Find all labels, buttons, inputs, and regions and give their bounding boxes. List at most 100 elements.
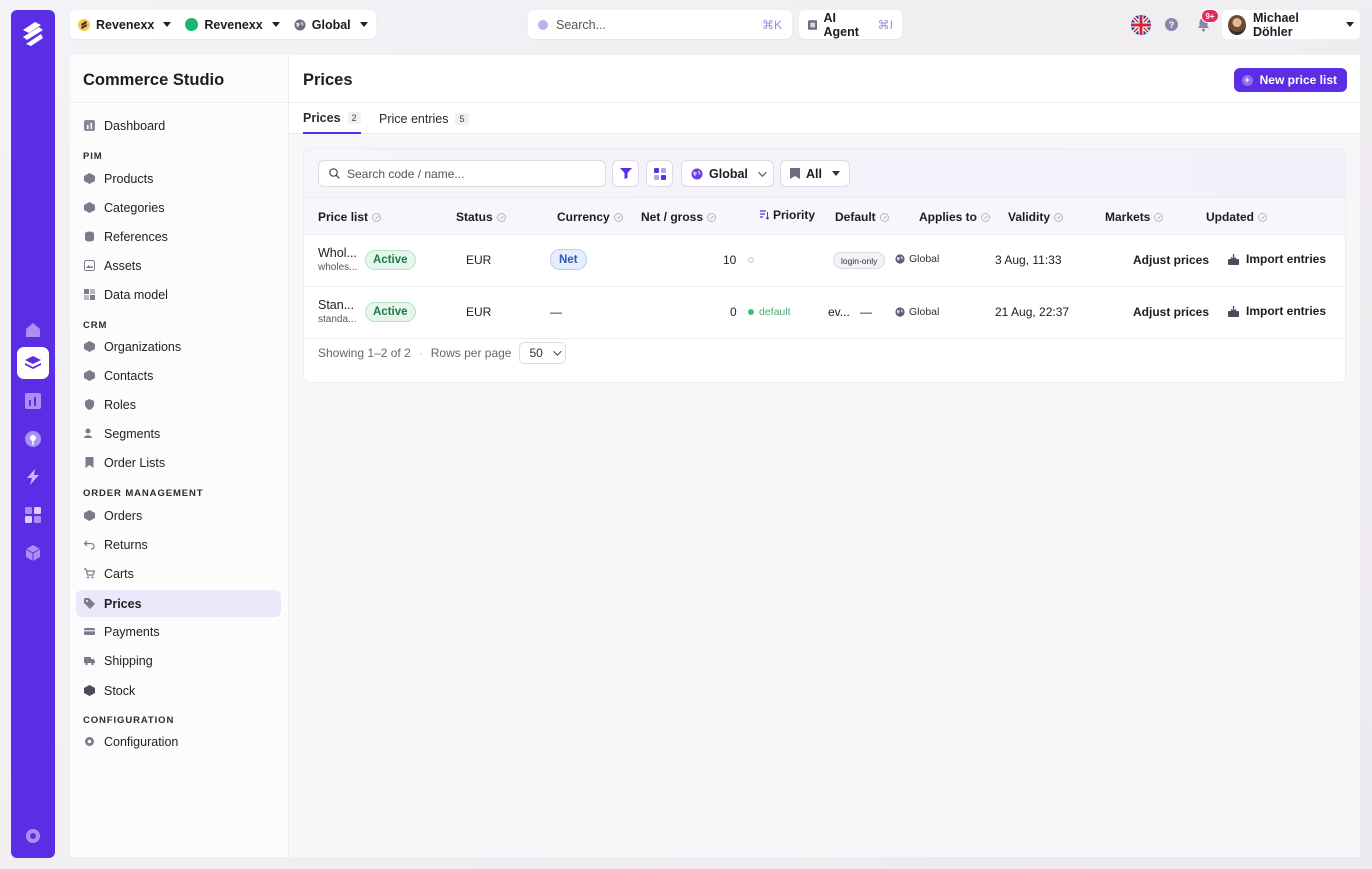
region-filter-select[interactable]: Global — [681, 160, 774, 187]
table-header: Price list Status Currency Net / gross P… — [304, 198, 1345, 235]
ai-agent-button[interactable]: AI Agent ⌘I — [799, 10, 902, 39]
sidebar-section-pim: PIM — [83, 151, 103, 162]
rows-per-page-select[interactable]: 50 — [519, 342, 566, 364]
price-list-cell[interactable]: Whol... wholes... — [318, 246, 357, 273]
sidebar-item-label: Configuration — [104, 734, 179, 749]
sidebar-item-label: Returns — [104, 537, 148, 552]
store-selector[interactable]: Revenexx — [185, 18, 280, 32]
adjust-prices-button[interactable]: Adjust prices — [1133, 305, 1209, 319]
search-icon — [538, 19, 548, 30]
sidebar-item-label: Organizations — [104, 339, 182, 354]
sort-icon — [879, 212, 889, 222]
column-header-updated[interactable]: Updated — [1206, 210, 1267, 224]
rail-location-icon[interactable] — [17, 423, 49, 455]
shield-icon — [85, 399, 94, 410]
image-icon — [84, 260, 95, 271]
rail-analytics-icon[interactable] — [17, 385, 49, 417]
import-entries-button[interactable]: Import entries — [1228, 304, 1326, 318]
ai-agent-label: AI Agent — [823, 10, 859, 39]
bookmark-icon — [85, 457, 94, 468]
chevron-down-icon — [758, 167, 767, 177]
tab-prices[interactable]: Prices 2 — [303, 103, 361, 134]
column-label: Status — [456, 210, 493, 224]
new-price-list-button[interactable]: + New price list — [1233, 68, 1347, 92]
global-search[interactable]: Search... ⌘K — [528, 10, 792, 39]
rail-settings-icon[interactable] — [17, 820, 49, 852]
column-header-applies-to[interactable]: Applies to — [919, 210, 991, 224]
sidebar-item-prices[interactable]: Prices — [76, 590, 281, 617]
sidebar-item-assets[interactable]: Assets — [76, 252, 281, 279]
sidebar-item-stock[interactable]: Stock — [76, 677, 281, 704]
sort-icon — [372, 212, 382, 222]
sidebar-item-data-model[interactable]: Data model — [76, 281, 281, 308]
rail-home-icon[interactable] — [17, 314, 49, 346]
sidebar-divider — [70, 102, 289, 103]
context-selectors: Revenexx Revenexx Global — [70, 10, 376, 39]
column-header-status[interactable]: Status — [456, 210, 506, 224]
globe-icon — [294, 19, 306, 30]
sidebar-item-segments[interactable]: Segments — [76, 420, 281, 447]
sidebar-item-label: Payments — [104, 624, 160, 639]
column-header-net-gross[interactable]: Net / gross — [641, 210, 717, 224]
sidebar-item-roles[interactable]: Roles — [76, 391, 281, 418]
organization-icon — [84, 341, 95, 352]
adjust-prices-button[interactable]: Adjust prices — [1133, 253, 1209, 267]
page-tabs: Prices 2 Price entries 5 — [289, 103, 1360, 134]
sidebar-item-order-lists[interactable]: Order Lists — [76, 449, 281, 476]
net-gross-badge: Net — [550, 249, 587, 270]
sidebar-item-categories[interactable]: Categories — [76, 194, 281, 221]
column-header-validity[interactable]: Validity — [1008, 210, 1064, 224]
sidebar-item-label: Data model — [104, 287, 168, 302]
tab-label: Price entries — [379, 111, 449, 126]
column-header-default[interactable]: Default — [835, 210, 889, 224]
language-flag-icon[interactable] — [1131, 15, 1151, 35]
column-header-markets[interactable]: Markets — [1105, 210, 1164, 224]
table-row[interactable]: Stan... standa... Active EUR — 0 default… — [304, 287, 1345, 339]
column-layout-button[interactable] — [646, 160, 673, 187]
sidebar-item-organizations[interactable]: Organizations — [76, 333, 281, 360]
import-entries-button[interactable]: Import entries — [1228, 252, 1326, 266]
sidebar-item-label: Roles — [104, 397, 136, 412]
sidebar-item-shipping[interactable]: Shipping — [76, 647, 281, 674]
notifications-badge: 9+ — [1201, 9, 1219, 23]
rail-cube-icon[interactable] — [17, 537, 49, 569]
tab-price-entries[interactable]: Price entries 5 — [379, 103, 469, 134]
sidebar-item-contacts[interactable]: Contacts — [76, 362, 281, 389]
table-row[interactable]: Whol... wholes... Active EUR Net 10 logi… — [304, 235, 1345, 287]
orders-icon — [84, 510, 95, 521]
sidebar-item-dashboard[interactable]: Dashboard — [76, 112, 281, 139]
currency-cell: EUR — [466, 253, 492, 267]
import-entries-label: Import entries — [1246, 304, 1327, 318]
rail-apps-icon[interactable] — [17, 499, 49, 531]
rail-automation-icon[interactable] — [17, 461, 49, 493]
user-menu[interactable]: Michael Döhler — [1222, 10, 1360, 39]
column-header-currency[interactable]: Currency — [557, 210, 623, 224]
priority-cell: 0 — [730, 305, 737, 319]
sort-icon — [981, 212, 991, 222]
org-selector[interactable]: Revenexx — [78, 18, 172, 32]
sidebar-item-orders[interactable]: Orders — [76, 502, 281, 529]
shipping-icon — [84, 657, 95, 666]
sidebar-item-payments[interactable]: Payments — [76, 618, 281, 645]
sidebar-item-references[interactable]: References — [76, 223, 281, 250]
region-filter-value: Global — [709, 166, 748, 181]
sidebar-item-carts[interactable]: Carts — [76, 560, 281, 587]
sort-icon — [1154, 212, 1164, 222]
main-card: Commerce Studio Dashboard PIM Products C… — [70, 55, 1360, 857]
price-list-search-input[interactable]: Search code / name... — [318, 160, 606, 187]
filter-button[interactable] — [612, 160, 639, 187]
applies-to-pill: login-only — [833, 252, 886, 269]
sidebar-item-configuration[interactable]: Configuration — [76, 728, 281, 755]
scope-filter-select[interactable]: All — [780, 160, 850, 187]
column-label: Applies to — [919, 210, 978, 224]
region-selector[interactable]: Global — [294, 18, 368, 32]
price-list-cell[interactable]: Stan... standa... — [318, 298, 356, 325]
help-icon[interactable]: ? — [1165, 18, 1178, 31]
column-header-priority[interactable]: Priority — [759, 208, 815, 222]
caret-down-icon — [271, 22, 280, 27]
rail-commerce-icon[interactable] — [17, 347, 49, 379]
app-logo-icon[interactable] — [19, 18, 47, 48]
sidebar-item-returns[interactable]: Returns — [76, 531, 281, 558]
sidebar-item-products[interactable]: Products — [76, 165, 281, 192]
column-header-price-list[interactable]: Price list — [318, 210, 382, 224]
